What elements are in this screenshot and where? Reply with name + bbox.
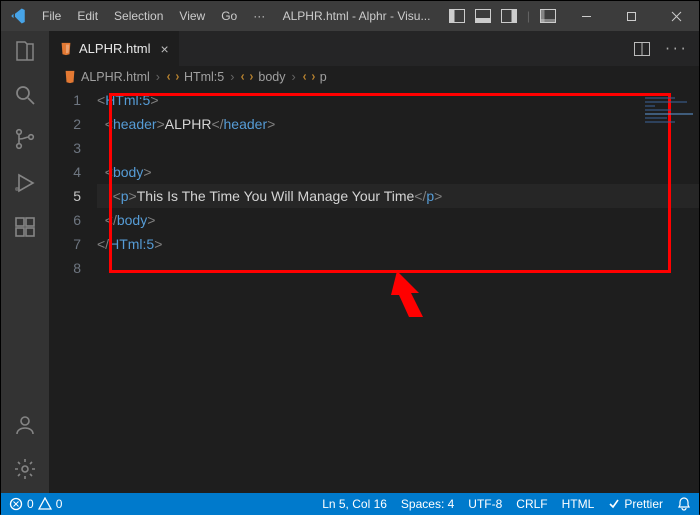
breadcrumb-symbol-icon <box>166 70 180 84</box>
code-line[interactable]: </HTml:5> <box>97 232 699 256</box>
layout-panel-bottom-icon[interactable] <box>475 9 491 23</box>
source-control-icon[interactable] <box>13 127 37 151</box>
menu-edit[interactable]: Edit <box>70 5 105 27</box>
status-errors-count: 0 <box>27 497 34 511</box>
window-controls <box>564 1 699 31</box>
minimize-button[interactable] <box>564 1 609 31</box>
layout-panel-right-icon[interactable] <box>501 9 517 23</box>
status-formatter-label: Prettier <box>624 497 663 511</box>
search-icon[interactable] <box>13 83 37 107</box>
code-line[interactable]: </body> <box>97 208 699 232</box>
more-actions-icon[interactable]: ··· <box>664 41 687 56</box>
breadcrumb-symbol-icon <box>240 70 254 84</box>
line-number-gutter: 12345678 <box>49 88 97 493</box>
code-line[interactable] <box>97 256 699 280</box>
status-notifications-icon[interactable] <box>677 497 691 511</box>
split-editor-icon[interactable] <box>634 42 650 56</box>
tab-label: ALPHR.html <box>79 41 151 56</box>
menu-go[interactable]: Go <box>214 5 244 27</box>
menu-file[interactable]: File <box>35 5 68 27</box>
breadcrumbs[interactable]: ALPHR.html › HTml:5 › body › p <box>49 66 699 88</box>
tab-close-icon[interactable]: × <box>157 42 169 56</box>
window-title: ALPHR.html - Alphr - Visu... <box>272 9 441 23</box>
code-line[interactable] <box>97 136 699 160</box>
status-language[interactable]: HTML <box>562 497 595 511</box>
menu-more[interactable]: ··· <box>246 5 272 27</box>
run-debug-icon[interactable] <box>13 171 37 195</box>
menu-selection[interactable]: Selection <box>107 5 170 27</box>
breadcrumb-symbol-icon <box>302 70 316 84</box>
layout-panel-left-icon[interactable] <box>449 9 465 23</box>
title-bar: File Edit Selection View Go ··· ALPHR.ht… <box>1 1 699 31</box>
editor-area: ALPHR.html × ··· ALPHR.html › HTml:5 › b… <box>49 31 699 493</box>
tab-alphr-html[interactable]: ALPHR.html × <box>49 31 180 66</box>
menu-bar: File Edit Selection View Go ··· <box>35 5 272 27</box>
accounts-icon[interactable] <box>13 413 37 437</box>
code-line[interactable]: <body> <box>97 160 699 184</box>
status-indentation[interactable]: Spaces: 4 <box>401 497 454 511</box>
extensions-icon[interactable] <box>13 215 37 239</box>
close-button[interactable] <box>654 1 699 31</box>
code-line[interactable]: <header>ALPHR</header> <box>97 112 699 136</box>
code-line[interactable]: <p>This Is The Time You Will Manage Your… <box>97 184 699 208</box>
code-line[interactable]: <HTml:5> <box>97 88 699 112</box>
minimap[interactable] <box>645 97 695 157</box>
status-errors[interactable]: 0 0 <box>9 497 62 511</box>
menu-view[interactable]: View <box>172 5 212 27</box>
activity-bar <box>1 31 49 493</box>
html-file-icon <box>59 42 73 56</box>
vscode-logo-icon <box>1 7 35 25</box>
tab-bar: ALPHR.html × ··· <box>49 31 699 66</box>
breadcrumb-file[interactable]: ALPHR.html <box>81 70 150 84</box>
maximize-button[interactable] <box>609 1 654 31</box>
status-warnings-count: 0 <box>56 497 63 511</box>
explorer-icon[interactable] <box>13 39 37 63</box>
code-lines[interactable]: <HTml:5> <header>ALPHR</header> <body> <… <box>97 88 699 280</box>
status-bar: 0 0 Ln 5, Col 16 Spaces: 4 UTF-8 CRLF HT… <box>1 493 699 515</box>
breadcrumb-root[interactable]: HTml:5 <box>184 70 224 84</box>
editor-layout-icons: | <box>441 9 564 23</box>
status-cursor-position[interactable]: Ln 5, Col 16 <box>322 497 387 511</box>
settings-gear-icon[interactable] <box>13 457 37 481</box>
status-encoding[interactable]: UTF-8 <box>468 497 502 511</box>
breadcrumb-file-icon <box>63 70 77 84</box>
status-formatter[interactable]: Prettier <box>608 497 663 511</box>
code-editor[interactable]: 12345678 <HTml:5> <header>ALPHR</header>… <box>49 88 699 493</box>
layout-customize-icon[interactable] <box>540 9 556 23</box>
status-eol[interactable]: CRLF <box>516 497 547 511</box>
breadcrumb-p[interactable]: p <box>320 70 327 84</box>
breadcrumb-body[interactable]: body <box>258 70 285 84</box>
